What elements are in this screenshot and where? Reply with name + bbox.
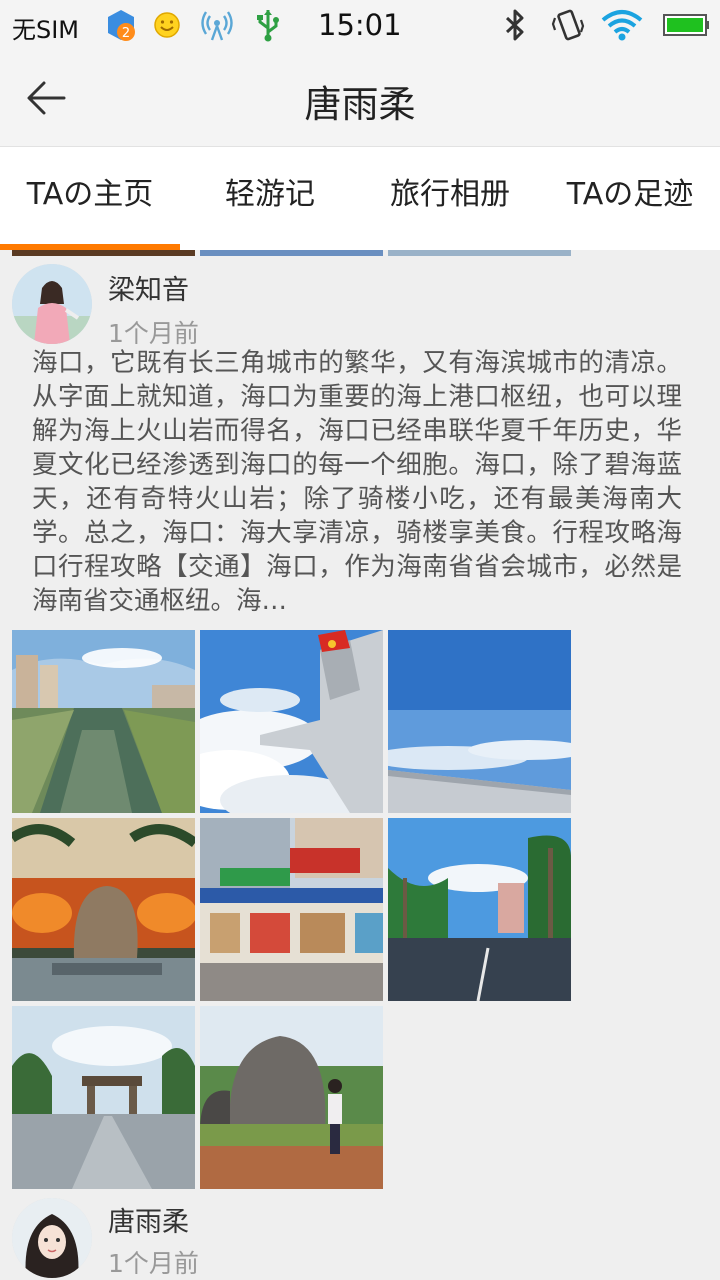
avatar[interactable]	[12, 264, 92, 344]
post-author[interactable]: 梁知音	[108, 268, 189, 307]
post-text[interactable]: 海口，它既有长三角城市的繁华，又有海滨城市的清凉。从字面上就知道，海口为重要的海…	[32, 346, 682, 618]
photo-thumbnail[interactable]	[388, 630, 571, 813]
photo-thumbnail[interactable]	[12, 818, 195, 1001]
airplane-wing-photo	[200, 630, 383, 813]
status-bar: 无SIM 2 15:01	[0, 0, 720, 50]
palm-road-photo	[388, 818, 571, 1001]
post-time: 1个月前	[108, 1249, 199, 1278]
post-author[interactable]: 唐雨柔	[108, 1200, 189, 1239]
stone-monument-night-photo	[12, 818, 195, 1001]
photo-thumbnail[interactable]	[388, 818, 571, 1001]
app-notification-icon: 2	[108, 10, 135, 41]
tab-bar: TAの主页 轻游记 旅行相册 TAの足迹	[0, 146, 720, 250]
campus-gate-photo	[12, 1006, 195, 1189]
avatar-image	[12, 1198, 92, 1278]
smiley-icon	[154, 12, 180, 38]
post-card[interactable]: 梁知音 1个月前 海口，它既有长三角城市的繁华，又有海滨城市的清凉。从字面上就知…	[0, 250, 720, 1190]
usb-icon	[257, 10, 279, 42]
tab-travel-album[interactable]: 旅行相册	[360, 147, 540, 247]
post-time: 1个月前	[108, 319, 199, 348]
vibrate-icon	[551, 9, 585, 41]
feed[interactable]: 梁知音 1个月前 海口，它既有长三角城市的繁华，又有海滨城市的清凉。从字面上就知…	[0, 250, 720, 1280]
tab-homepage[interactable]: TAの主页	[0, 147, 180, 247]
avatar[interactable]	[12, 1198, 92, 1278]
tab-footprints[interactable]: TAの足迹	[540, 147, 720, 247]
battery-icon	[663, 14, 709, 36]
street-market-photo	[200, 818, 383, 1001]
photo-thumbnail[interactable]	[200, 818, 383, 1001]
photo-thumbnail[interactable]	[12, 630, 195, 813]
wifi-icon	[601, 10, 643, 41]
stone-with-person-photo	[200, 1006, 383, 1189]
canal-photo	[12, 630, 195, 813]
page-title: 唐雨柔	[304, 83, 416, 126]
clock: 15:01	[318, 8, 402, 42]
carrier-label: 无SIM	[12, 16, 80, 44]
sky-from-plane-photo	[388, 630, 571, 813]
avatar-image	[12, 264, 92, 344]
photo-grid	[12, 630, 572, 1190]
notification-count: 2	[122, 26, 130, 41]
bluetooth-icon	[505, 9, 524, 41]
tab-light-travelogue[interactable]: 轻游记	[180, 147, 360, 247]
post-card[interactable]: 唐雨柔 1个月前	[0, 1194, 720, 1280]
photo-thumbnail[interactable]	[200, 630, 383, 813]
signal-antenna-icon	[201, 11, 233, 41]
photo-thumbnail[interactable]	[200, 1006, 383, 1189]
photo-thumbnail[interactable]	[12, 1006, 195, 1189]
app-header: 唐雨柔	[0, 50, 720, 146]
